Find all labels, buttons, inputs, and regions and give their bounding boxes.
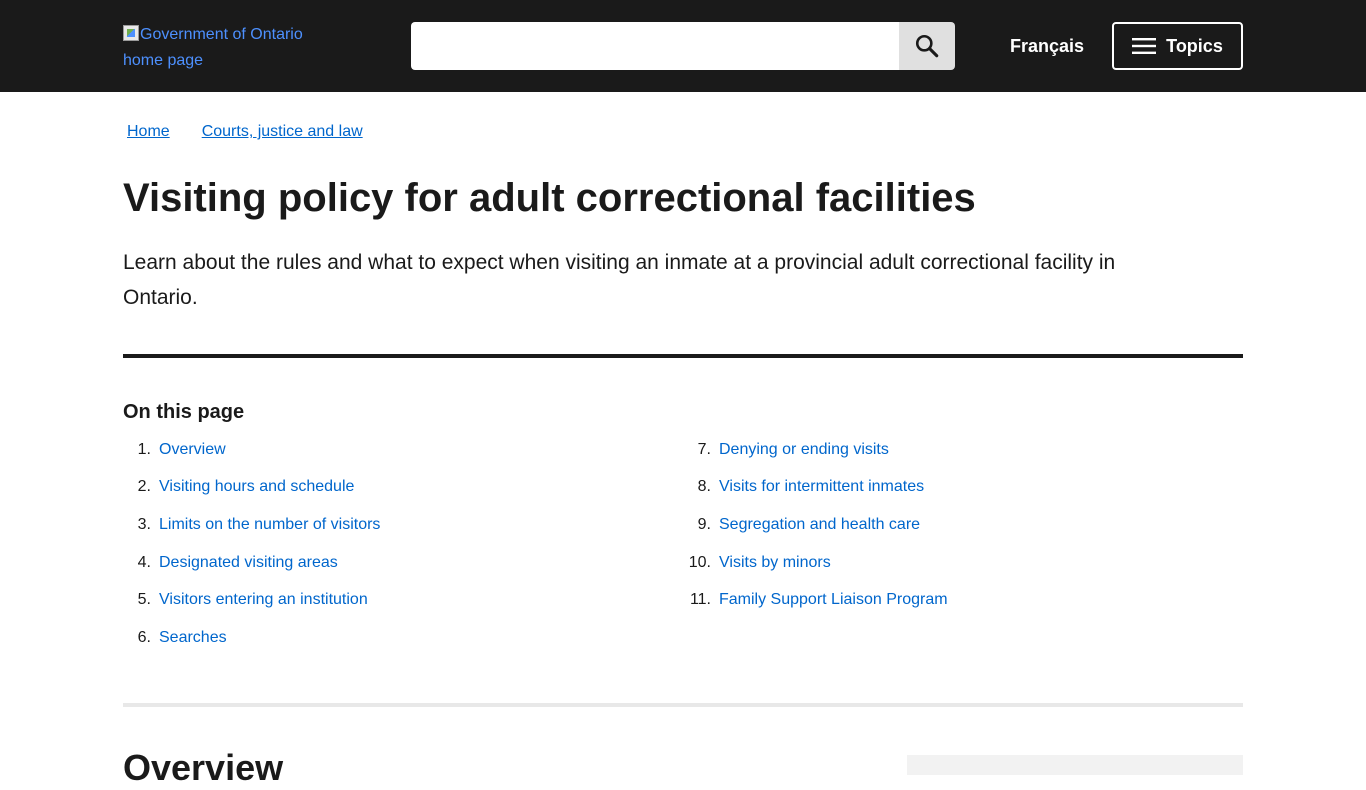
topics-button-label: Topics bbox=[1166, 35, 1223, 56]
search-form bbox=[411, 22, 955, 70]
logo-alt-text: Government of Ontario home page bbox=[123, 26, 303, 69]
toc-item: 11. Family Support Liaison Program bbox=[683, 581, 948, 619]
toc-link-visitor-limits[interactable]: Limits on the number of visitors bbox=[159, 516, 380, 534]
toc-link-overview[interactable]: Overview bbox=[159, 441, 226, 459]
toc-item: 3. Limits on the number of visitors bbox=[123, 506, 381, 544]
toc-heading: On this page bbox=[123, 401, 245, 423]
broken-image-icon bbox=[123, 25, 139, 41]
toc-item: 6. Searches bbox=[123, 619, 380, 657]
toc-item: 10. Visits by minors bbox=[683, 544, 948, 582]
sidebar-callout-box bbox=[907, 755, 1243, 775]
menu-icon bbox=[1132, 38, 1157, 54]
toc-list-left: 1. Overview 2. Visiting hours and schedule… bbox=[123, 431, 381, 657]
toc-link-minors[interactable]: Visits by minors bbox=[719, 554, 831, 572]
toc-item: 9. Segregation and health care bbox=[683, 506, 948, 544]
toc-item-number: 10. bbox=[688, 553, 711, 571]
toc-item: 2. Visiting hours and schedule bbox=[123, 469, 380, 507]
site-header: Government of Ontario home page Français… bbox=[0, 0, 1366, 92]
breadcrumb-courts-link[interactable]: Courts, justice and law bbox=[202, 123, 363, 140]
search-button[interactable] bbox=[899, 22, 955, 70]
toc-item-number: 8. bbox=[697, 478, 711, 496]
toc-item-number: 4. bbox=[137, 553, 151, 571]
toc-item-number: 5. bbox=[137, 591, 151, 609]
toc-item-number: 6. bbox=[137, 628, 151, 646]
topics-menu-button[interactable]: Topics bbox=[1112, 22, 1243, 70]
page-lead: Learn about the rules and what to expect… bbox=[123, 251, 1116, 309]
toc-item: 1. Overview bbox=[123, 431, 380, 469]
toc-link-intermittent-inmates[interactable]: Visits for intermittent inmates bbox=[719, 478, 924, 496]
search-input[interactable] bbox=[411, 22, 899, 70]
overview-heading: Overview bbox=[123, 747, 284, 788]
breadcrumb: Home Courts, justice and law bbox=[127, 121, 363, 143]
ontario-logo-link[interactable]: Government of Ontario home page bbox=[123, 22, 323, 74]
toc-link-visiting-areas[interactable]: Designated visiting areas bbox=[159, 554, 338, 572]
page-title: Visiting policy for adult correctional f… bbox=[123, 176, 976, 220]
section-divider-light bbox=[123, 703, 1243, 707]
toc-item: 7. Denying or ending visits bbox=[683, 431, 948, 469]
section-divider-thick bbox=[123, 354, 1243, 358]
toc-item: 8. Visits for intermittent inmates bbox=[683, 469, 948, 507]
toc-link-entering-institution[interactable]: Visitors entering an institution bbox=[159, 591, 368, 609]
toc-item-number: 9. bbox=[697, 515, 711, 533]
toc-link-visiting-hours[interactable]: Visiting hours and schedule bbox=[159, 478, 354, 496]
toc-item-number: 1. bbox=[137, 440, 151, 458]
toc-item-number: 7. bbox=[697, 440, 711, 458]
toc-link-denying-visits[interactable]: Denying or ending visits bbox=[719, 441, 889, 459]
toc-item-number: 2. bbox=[137, 478, 151, 496]
toc-item: 4. Designated visiting areas bbox=[123, 544, 380, 582]
toc-link-family-support[interactable]: Family Support Liaison Program bbox=[719, 591, 948, 609]
toc-link-segregation[interactable]: Segregation and health care bbox=[719, 516, 920, 534]
toc-item-number: 3. bbox=[137, 515, 151, 533]
search-icon bbox=[915, 34, 939, 58]
toc-list-right: 7. Denying or ending visits 8. Visits for … bbox=[683, 431, 948, 619]
language-toggle-link[interactable]: Français bbox=[1002, 22, 1092, 70]
breadcrumb-home-link[interactable]: Home bbox=[127, 123, 170, 140]
toc-item-number: 11. bbox=[689, 591, 711, 609]
toc-link-searches[interactable]: Searches bbox=[159, 629, 227, 647]
toc-item: 5. Visitors entering an institution bbox=[123, 581, 380, 619]
